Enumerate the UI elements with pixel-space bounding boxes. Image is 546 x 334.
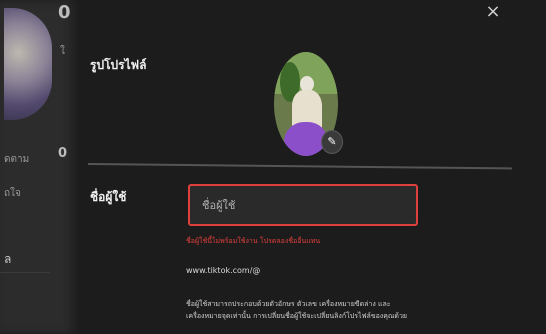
background-count-bottom: 0 — [58, 146, 68, 161]
username-error: ชื่อผู้ใช้นี้ไม่พร้อมใช้งาน โปรดลองชื่ออ… — [186, 237, 321, 245]
username-input[interactable] — [188, 184, 418, 226]
profile-photo-container[interactable]: ✎ — [274, 52, 343, 156]
background-profile-panel: 0 ใ ดตาม 0 ถใจ ล — [0, 0, 78, 334]
background-label-a: ใ — [60, 46, 65, 57]
background-label-likes: ถใจ — [4, 188, 21, 199]
close-button[interactable]: × — [482, 2, 504, 22]
edit-profile-modal: × รูปโปรไฟล์ ✎ ชื่อผู้ใช้ ชื่อผู้ใช้นี้ไ… — [78, 0, 546, 334]
section-divider — [87, 163, 512, 170]
username-help: ชื่อผู้ใช้สามารถประกอบด้วยตัวอักษร ตัวเล… — [186, 298, 506, 322]
help-line-2: เครื่องหมายจุดเท่านั้น การเปลี่ยนชื่อผู้… — [186, 312, 407, 320]
username-label: ชื่อผู้ใช้ — [90, 190, 127, 204]
background-divider — [0, 272, 50, 273]
background-count-top: 0 — [58, 2, 71, 23]
help-line-1: ชื่อผู้ใช้สามารถประกอบด้วยตัวอักษร ตัวเล… — [186, 300, 391, 308]
background-label-e: ล — [4, 252, 12, 266]
background-avatar — [4, 8, 52, 120]
profile-url: www.tiktok.com/@ — [186, 266, 261, 275]
pencil-icon[interactable]: ✎ — [321, 130, 343, 154]
profile-photo-label: รูปโปรไฟล์ — [90, 58, 147, 72]
background-label-following: ดตาม — [4, 154, 30, 165]
